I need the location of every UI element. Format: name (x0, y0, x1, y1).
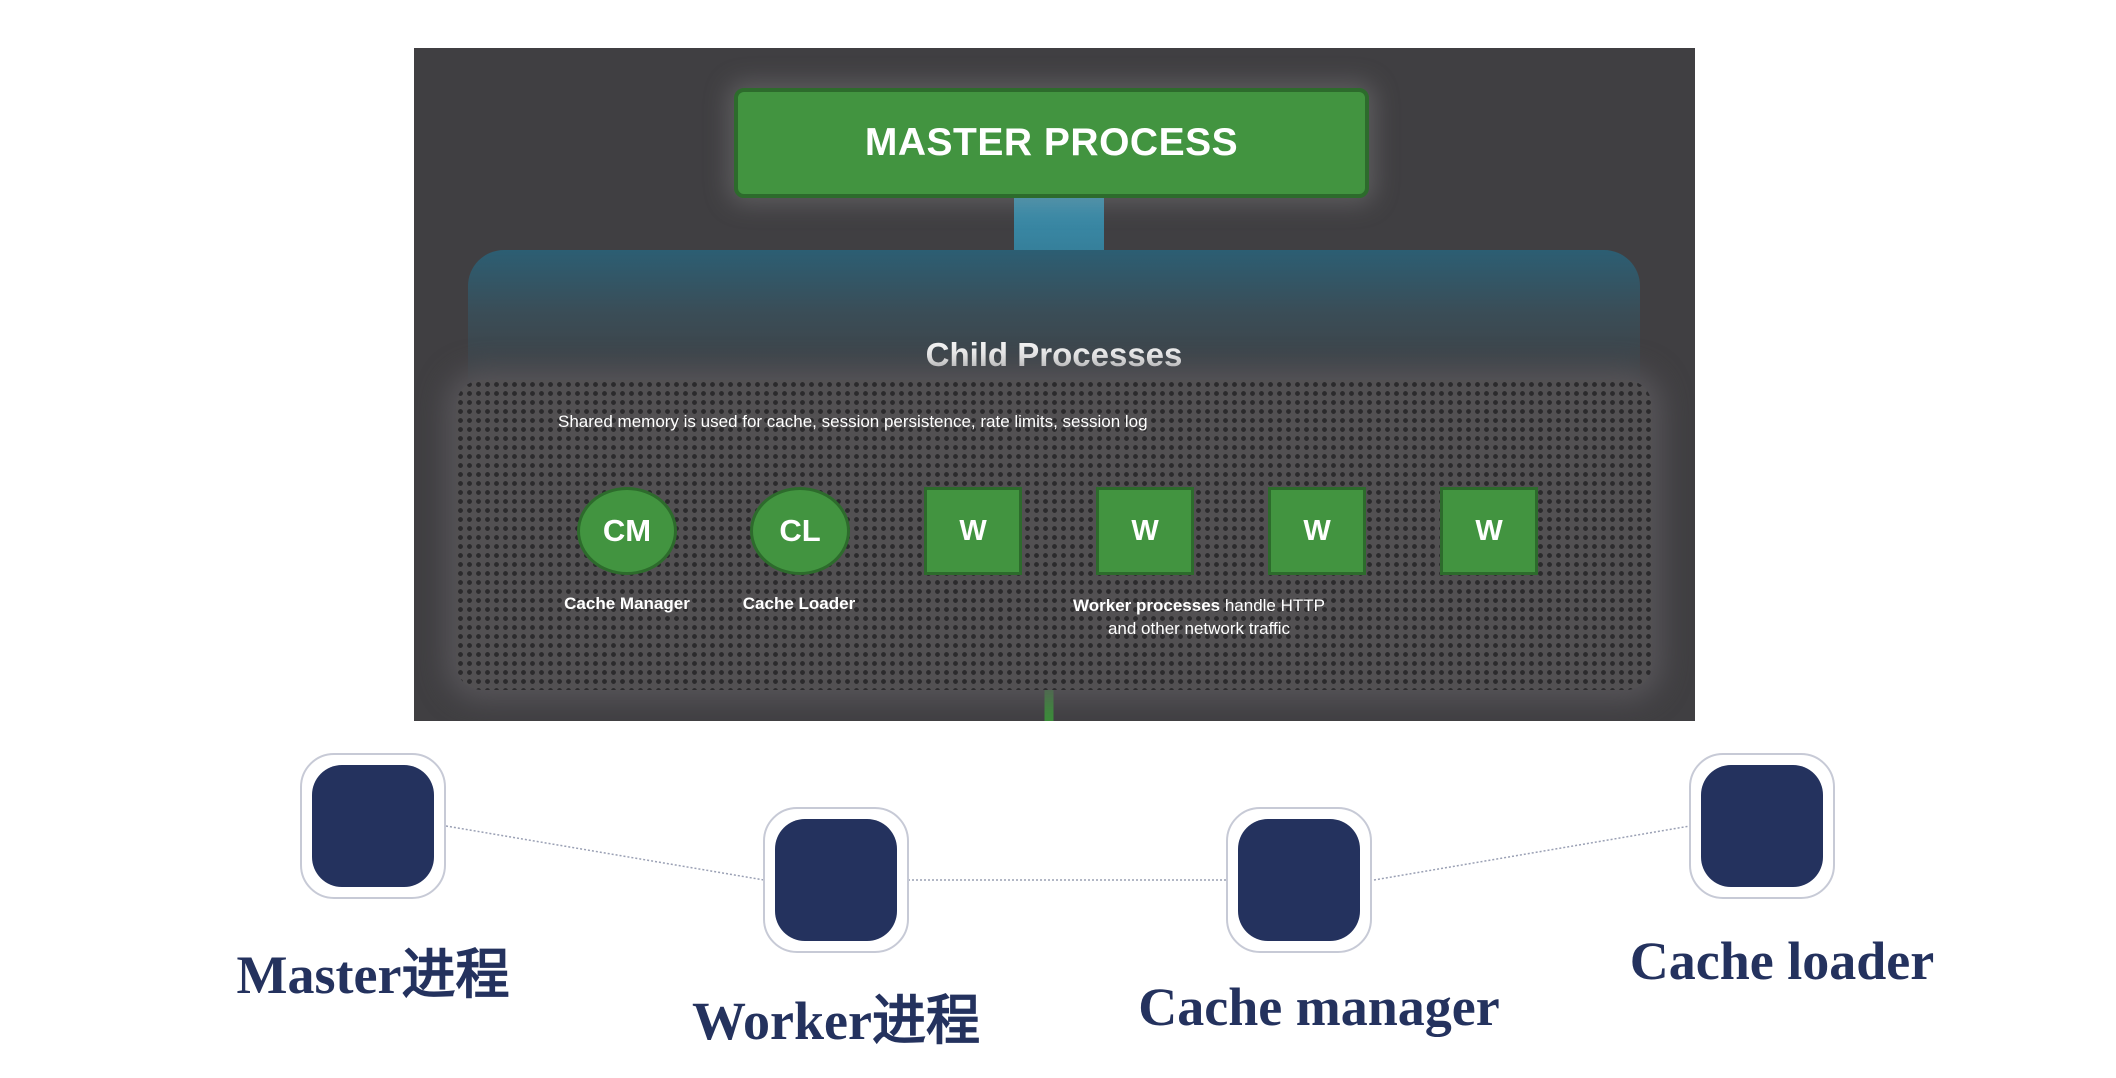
cache-loader-step-tile (1689, 753, 1835, 899)
cache-loader-step-fill (1701, 765, 1823, 887)
cache-manager-step-tile (1226, 807, 1372, 953)
cache-manager-step-fill (1238, 819, 1360, 941)
master-step-label: Master进程 (236, 945, 510, 1005)
cache-manager-step-label: Cache manager (1138, 977, 1500, 1037)
master-step-fill (312, 765, 434, 887)
worker-step-label: Worker进程 (692, 991, 980, 1051)
master-step-tile (300, 753, 446, 899)
worker-step-fill (775, 819, 897, 941)
worker-step-tile (763, 807, 909, 953)
timeline-connectors (445, 825, 1691, 881)
cache-loader-step-label: Cache loader (1629, 931, 1935, 991)
